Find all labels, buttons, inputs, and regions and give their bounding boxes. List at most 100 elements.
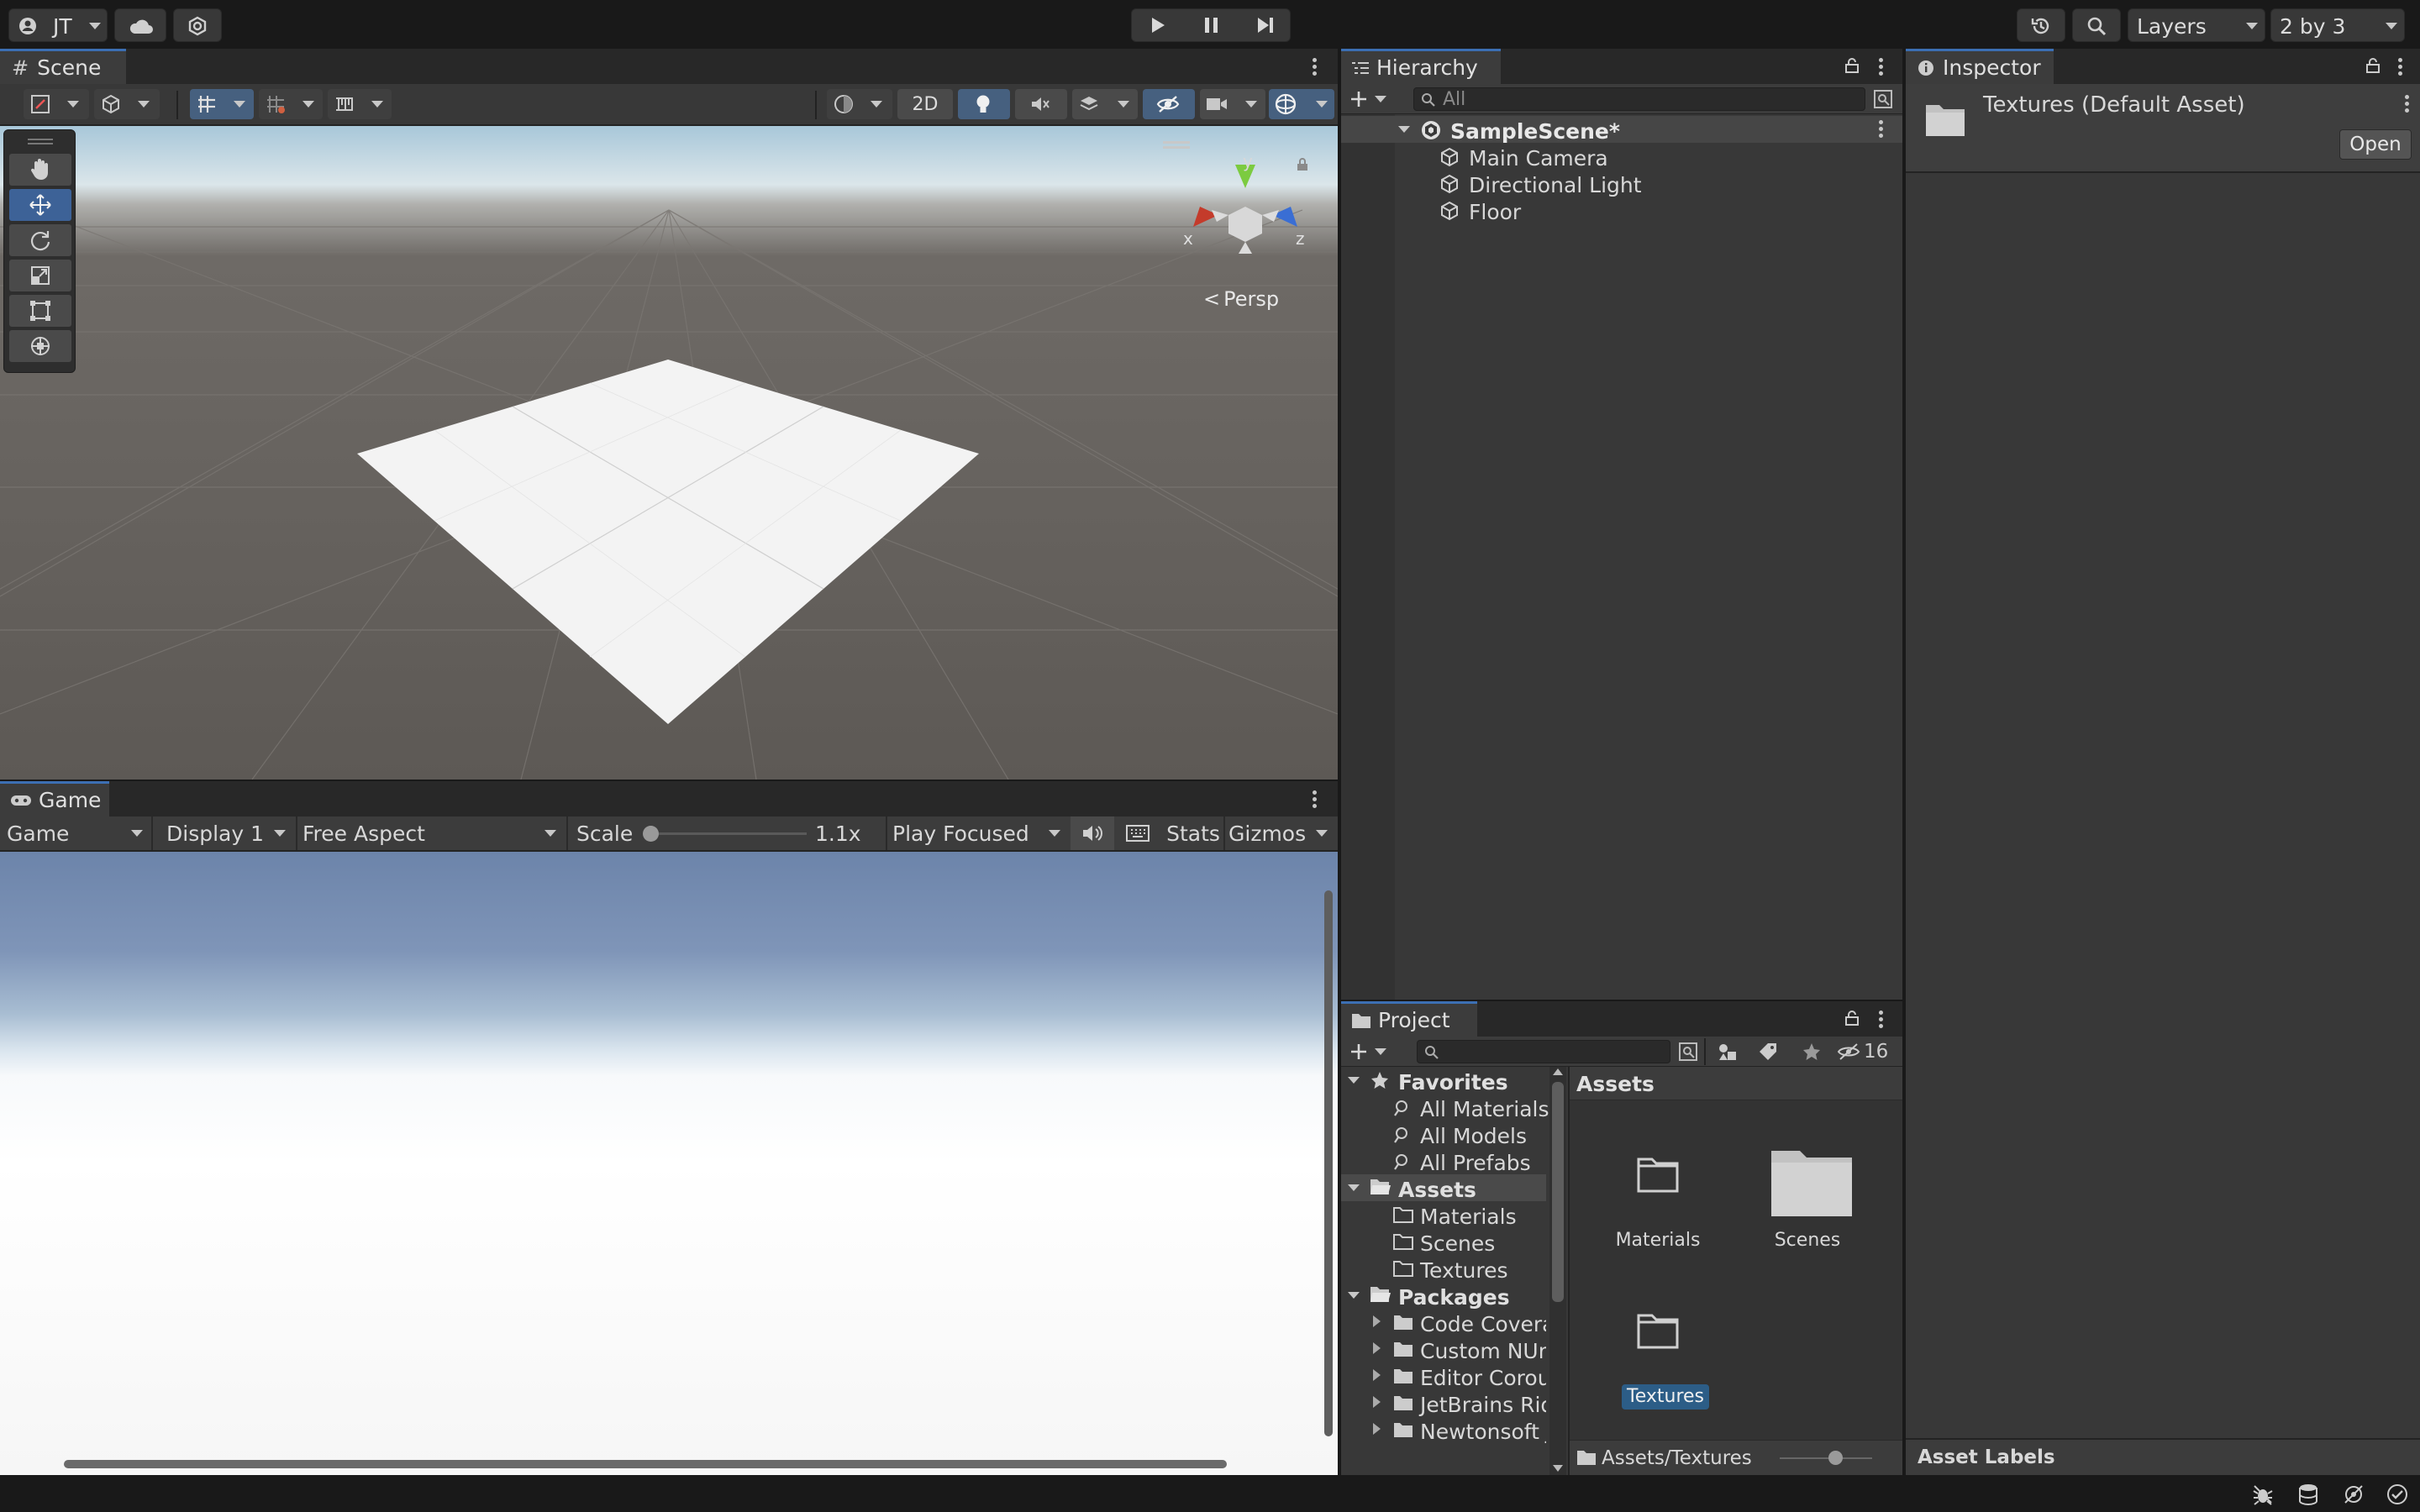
scene-menu-icon[interactable]: [1879, 118, 1884, 140]
gizmo-handle[interactable]: [1163, 141, 1190, 144]
hierarchy-item[interactable]: Main Camera: [1395, 143, 1865, 171]
cache-server-icon[interactable]: [2294, 1482, 2323, 1507]
package-item[interactable]: Editor Corout: [1341, 1362, 1546, 1389]
undo-history-button[interactable]: [2017, 8, 2065, 42]
filter-by-type-button[interactable]: [1711, 1040, 1744, 1063]
asset-folder-materials[interactable]: Materials: [1603, 1147, 1712, 1265]
open-button[interactable]: Open: [2339, 129, 2412, 160]
scroll-up-icon[interactable]: [1553, 1068, 1563, 1075]
display-dropdown[interactable]: Display 1: [153, 816, 296, 850]
scene-viewport[interactable]: y x z < Persp: [0, 126, 1338, 780]
favorites-button[interactable]: [1795, 1040, 1828, 1063]
increment-snap-dropdown[interactable]: [328, 89, 392, 119]
expand-arrow-icon[interactable]: [1348, 1292, 1360, 1299]
gizmos-dropdown[interactable]: Gizmos: [1225, 816, 1334, 850]
package-item[interactable]: Code Covera: [1341, 1309, 1546, 1336]
filter-by-label-button[interactable]: [1751, 1040, 1785, 1063]
search-options-button[interactable]: [1676, 1040, 1701, 1063]
render-mode-dropdown[interactable]: [827, 89, 892, 119]
asset-folder-item[interactable]: Textures: [1341, 1255, 1546, 1283]
expand-arrow-icon[interactable]: [1398, 126, 1410, 133]
breadcrumb-assets[interactable]: Assets: [1576, 1074, 1655, 1095]
hierarchy-item[interactable]: Directional Light: [1395, 170, 1865, 197]
gizmos-dropdown[interactable]: [1269, 89, 1334, 119]
inspector-menu-icon[interactable]: [2398, 55, 2403, 78]
check-circle-icon[interactable]: [2383, 1482, 2412, 1507]
project-menu-icon[interactable]: [1879, 1008, 1884, 1031]
play-mode-dropdown[interactable]: Play Focused: [887, 816, 1069, 850]
grid-snap-toggle[interactable]: [190, 89, 254, 119]
scene-root-row[interactable]: SampleScene*: [1341, 116, 1902, 144]
asset-labels-bar[interactable]: Asset Labels: [1906, 1438, 2420, 1475]
favorite-item[interactable]: All Materials: [1341, 1094, 1549, 1121]
step-button[interactable]: [1239, 9, 1292, 41]
game-horizontal-scrollbar[interactable]: [64, 1460, 1227, 1468]
account-dropdown[interactable]: JT: [8, 8, 108, 42]
tab-project[interactable]: Project: [1341, 1001, 1477, 1037]
effects-dropdown[interactable]: [1072, 89, 1138, 119]
mute-audio-toggle[interactable]: [1071, 816, 1114, 850]
create-dropdown[interactable]: [1349, 1040, 1395, 1063]
transform-tool[interactable]: [9, 330, 71, 362]
rect-tool[interactable]: [9, 295, 71, 327]
cloud-button[interactable]: [114, 8, 166, 42]
collapsed-arrow-icon[interactable]: [1373, 1423, 1381, 1435]
game-viewport[interactable]: [0, 852, 1338, 1475]
game-vertical-scrollbar[interactable]: [1324, 890, 1333, 1436]
scene-menu-icon[interactable]: [1313, 55, 1318, 78]
auto-generate-lighting-icon[interactable]: [2339, 1482, 2368, 1507]
hidden-objects-toggle[interactable]: [1143, 89, 1195, 119]
play-button[interactable]: [1132, 9, 1184, 41]
collapsed-arrow-icon[interactable]: [1373, 1396, 1381, 1408]
packages-root-row[interactable]: Packages: [1341, 1282, 1546, 1310]
move-tool[interactable]: [9, 189, 71, 221]
shading-dropdown[interactable]: [94, 89, 160, 119]
camera-dropdown[interactable]: [1200, 89, 1265, 119]
lock-icon[interactable]: [2365, 55, 2381, 76]
scale-tool[interactable]: [9, 260, 71, 291]
layers-dropdown[interactable]: Layers: [2128, 8, 2265, 42]
collab-button[interactable]: [173, 8, 222, 42]
project-search-input[interactable]: [1417, 1040, 1670, 1063]
favorites-row[interactable]: Favorites: [1341, 1067, 1546, 1095]
draw-mode-dropdown[interactable]: [24, 89, 89, 119]
hidden-packages-toggle[interactable]: 16: [1837, 1040, 1896, 1063]
search-options-button[interactable]: [1870, 87, 1896, 111]
lighting-toggle[interactable]: [958, 89, 1010, 119]
package-item[interactable]: JetBrains Rid: [1341, 1389, 1546, 1416]
scale-slider[interactable]: [642, 826, 807, 842]
collapsed-arrow-icon[interactable]: [1373, 1342, 1381, 1354]
tab-inspector[interactable]: Inspector: [1906, 49, 2054, 84]
game-view-dropdown[interactable]: Game: [0, 816, 150, 850]
tab-game[interactable]: Game: [0, 781, 109, 816]
tree-scrollbar[interactable]: [1549, 1067, 1566, 1475]
asset-folder-item[interactable]: Materials: [1341, 1201, 1546, 1229]
pause-button[interactable]: [1186, 9, 1238, 41]
tree-scrollbar-thumb[interactable]: [1552, 1082, 1564, 1302]
hand-tool[interactable]: [9, 154, 71, 186]
tab-scene[interactable]: # Scene: [0, 49, 126, 84]
projection-toggle[interactable]: < Persp: [1203, 287, 1279, 311]
palette-drag-handle[interactable]: [28, 139, 53, 140]
snap-settings-dropdown[interactable]: [259, 89, 323, 119]
favorite-item[interactable]: All Prefabs: [1341, 1147, 1546, 1175]
asset-folder-item[interactable]: Scenes: [1341, 1228, 1546, 1256]
assets-root-row[interactable]: Assets: [1341, 1174, 1546, 1202]
aspect-dropdown[interactable]: Free Aspect: [297, 816, 566, 850]
collapsed-arrow-icon[interactable]: [1373, 1315, 1381, 1327]
hierarchy-menu-icon[interactable]: [1879, 55, 1884, 78]
search-button[interactable]: [2072, 8, 2121, 42]
toggle-2d-button[interactable]: 2D: [897, 89, 953, 119]
bug-icon[interactable]: [2249, 1482, 2277, 1507]
orientation-gizmo[interactable]: y x z < Persp: [1160, 131, 1328, 333]
lock-icon[interactable]: [1844, 1008, 1860, 1028]
package-item[interactable]: Newtonsoft J: [1341, 1416, 1546, 1443]
stats-button[interactable]: Stats: [1163, 816, 1223, 850]
asset-folder-textures[interactable]: Textures: [1603, 1304, 1712, 1421]
scale-slider-thumb[interactable]: [642, 826, 659, 842]
lock-icon[interactable]: [1844, 55, 1860, 76]
package-item[interactable]: Custom NUni: [1341, 1336, 1546, 1362]
icon-size-slider[interactable]: [1780, 1451, 1872, 1465]
scroll-down-icon[interactable]: [1553, 1465, 1563, 1472]
collapsed-arrow-icon[interactable]: [1373, 1369, 1381, 1381]
